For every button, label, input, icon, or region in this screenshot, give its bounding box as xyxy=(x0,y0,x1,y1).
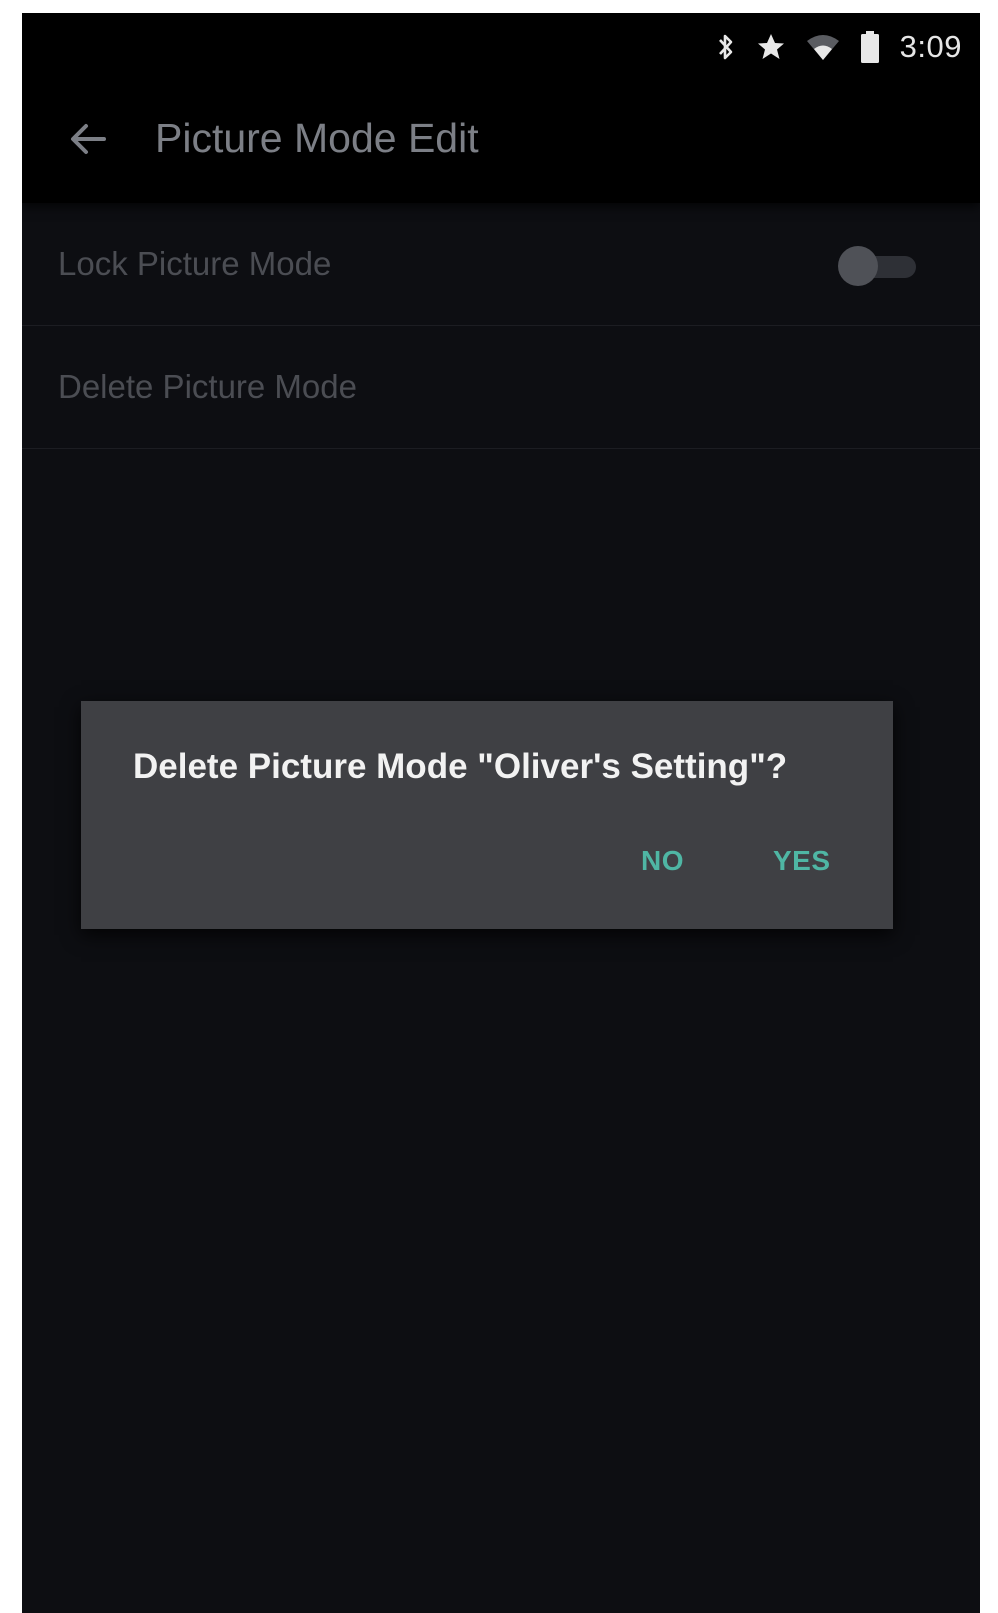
delete-picture-mode-label: Delete Picture Mode xyxy=(58,368,357,405)
back-button[interactable] xyxy=(56,109,120,173)
dialog-message: Delete Picture Mode "Oliver's Setting"? xyxy=(133,747,788,786)
no-button[interactable]: NO xyxy=(635,841,690,881)
lock-picture-mode-label: Lock Picture Mode xyxy=(58,245,332,282)
toggle-thumb xyxy=(838,246,878,286)
page-title: Picture Mode Edit xyxy=(155,115,479,161)
arrow-left-icon xyxy=(68,121,108,162)
delete-picture-mode-row[interactable]: Delete Picture Mode xyxy=(22,326,980,449)
status-icons: 3:09 xyxy=(716,27,962,67)
wifi-icon xyxy=(806,32,840,62)
settings-list: Lock Picture Mode Delete Picture Mode xyxy=(22,203,980,449)
lock-picture-mode-row[interactable]: Lock Picture Mode xyxy=(22,203,980,326)
app-bar: Picture Mode Edit xyxy=(22,81,980,203)
battery-icon xyxy=(860,31,880,63)
status-time: 3:09 xyxy=(899,29,962,64)
status-bar: 3:09 xyxy=(22,13,980,81)
lock-picture-mode-toggle[interactable] xyxy=(838,244,920,286)
delete-confirm-dialog: Delete Picture Mode "Oliver's Setting"? … xyxy=(81,701,893,929)
yes-button[interactable]: YES xyxy=(767,841,837,881)
phone-screen: 3:09 Picture Mode Edit Lock Picture Mode… xyxy=(22,13,980,1613)
star-icon xyxy=(756,32,786,62)
bluetooth-icon xyxy=(716,32,736,62)
